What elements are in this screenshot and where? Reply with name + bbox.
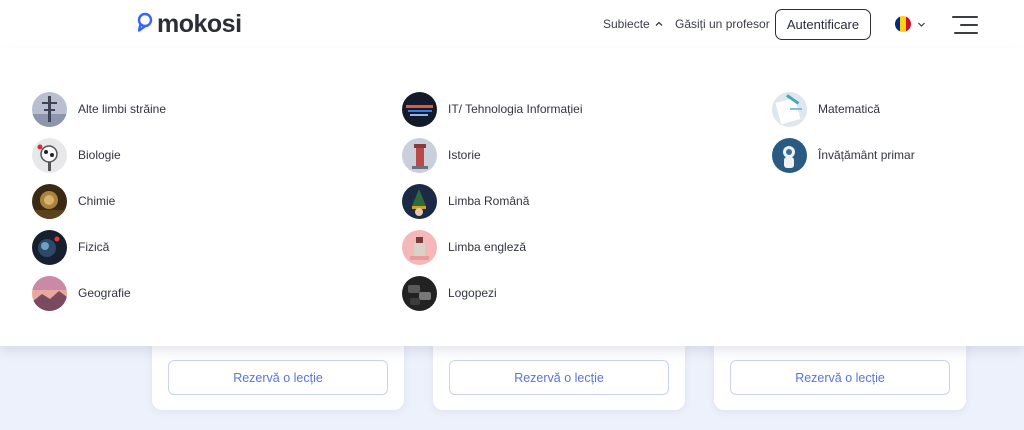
subject-label: Logopezi [448, 286, 497, 300]
subject-thumbnail [32, 229, 67, 265]
subjects-column: IT/ Tehnologia Informației Istorie Limba… [402, 86, 583, 316]
subject-item-istorie[interactable]: Istorie [402, 132, 583, 178]
chevron-up-icon [654, 17, 664, 31]
site-header: mokosi Subiecte Găsiți un profesor Auten… [0, 0, 1024, 48]
subjects-dropdown: Alte limbi străine Biologie Chimie Fizic… [0, 48, 1024, 346]
subject-label: Matematică [818, 102, 881, 116]
pin-ring-icon [137, 12, 153, 37]
subject-label: Geografie [78, 286, 131, 300]
language-selector[interactable] [895, 15, 926, 33]
chevron-down-icon [917, 15, 926, 33]
subject-thumbnail [402, 183, 437, 219]
subject-label: Chimie [78, 194, 116, 208]
subject-label: Alte limbi străine [78, 102, 167, 116]
subject-thumbnail [402, 229, 437, 265]
subject-item-chimie[interactable]: Chimie [32, 178, 166, 224]
subject-label: Învățământ primar [818, 148, 915, 162]
subject-label: IT/ Tehnologia Informației [448, 102, 583, 116]
nav-subjects[interactable]: Subiecte [603, 0, 664, 48]
subject-item-logopezi[interactable]: Logopezi [402, 270, 583, 316]
subject-thumbnail [402, 91, 437, 127]
subject-thumbnail [32, 91, 67, 127]
subject-item-matematica[interactable]: Matematică [772, 86, 915, 132]
subject-item-biologie[interactable]: Biologie [32, 132, 166, 178]
logo-text: mokosi [157, 10, 242, 38]
subject-label: Biologie [78, 148, 121, 162]
nav-find-tutor[interactable]: Găsiți un profesor [675, 0, 770, 48]
subjects-column: Alte limbi străine Biologie Chimie Fizic… [32, 86, 166, 316]
subject-label: Fizică [78, 240, 110, 254]
nav-subjects-label: Subiecte [603, 17, 650, 31]
mokosi-logo[interactable]: mokosi [137, 10, 242, 38]
book-lesson-button[interactable]: Rezervă o lecție [449, 360, 669, 395]
subject-thumbnail [402, 275, 437, 311]
subject-thumbnail [32, 275, 67, 311]
login-button[interactable]: Autentificare [775, 9, 871, 40]
subject-label: Limba engleză [448, 240, 527, 254]
subject-label: Limba Română [448, 194, 530, 208]
subject-item-invatamant-primar[interactable]: Învățământ primar [772, 132, 915, 178]
subject-item-alte-limbi-straine[interactable]: Alte limbi străine [32, 86, 166, 132]
subject-label: Istorie [448, 148, 481, 162]
subject-thumbnail [32, 137, 67, 173]
subject-item-limba-romana[interactable]: Limba Română [402, 178, 583, 224]
hamburger-menu-icon[interactable] [952, 14, 978, 36]
book-lesson-button[interactable]: Rezervă o lecție [168, 360, 388, 395]
subject-thumbnail [772, 137, 807, 173]
subject-item-geografie[interactable]: Geografie [32, 270, 166, 316]
subject-thumbnail [402, 137, 437, 173]
subject-item-limba-engleza[interactable]: Limba engleză [402, 224, 583, 270]
subject-item-fizica[interactable]: Fizică [32, 224, 166, 270]
subject-item-it[interactable]: IT/ Tehnologia Informației [402, 86, 583, 132]
subject-thumbnail [32, 183, 67, 219]
book-lesson-button[interactable]: Rezervă o lecție [730, 360, 950, 395]
subject-thumbnail [772, 91, 807, 127]
romania-flag-icon [895, 16, 911, 32]
subjects-column: Matematică Învățământ primar [772, 86, 915, 178]
